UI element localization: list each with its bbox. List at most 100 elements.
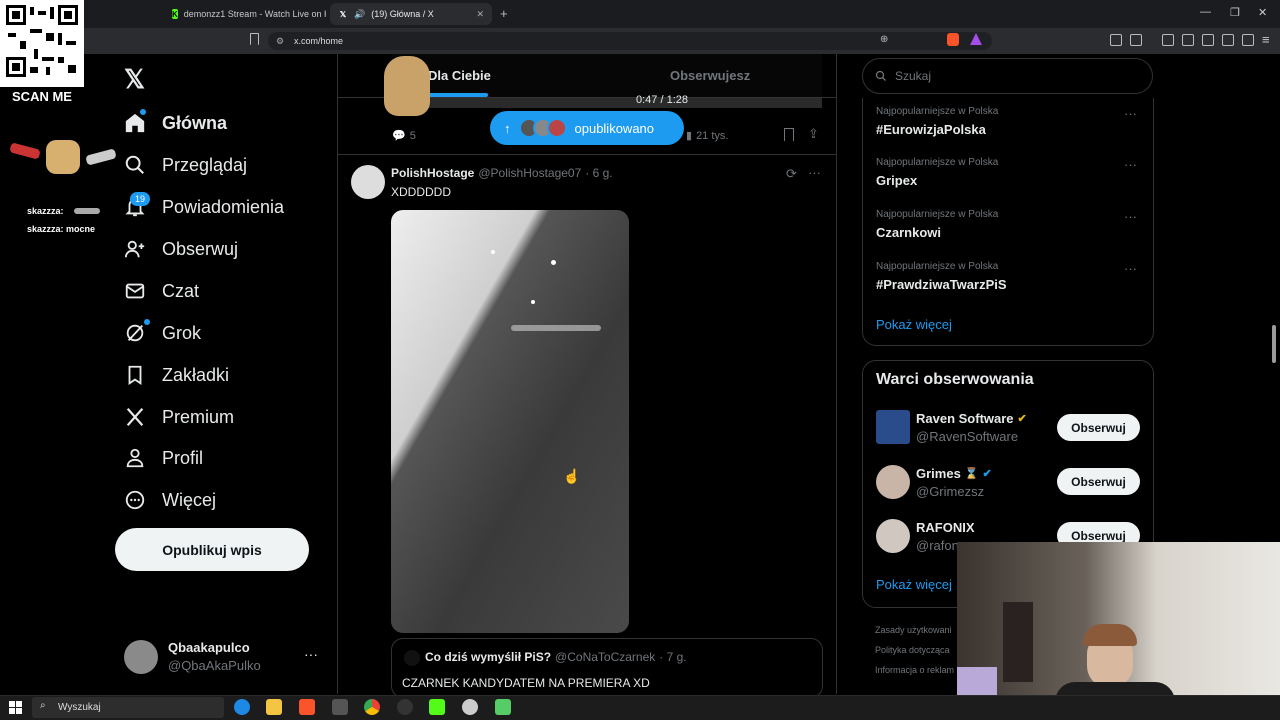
suggestion-handle[interactable]: @Grimezsz — [916, 484, 984, 499]
account-menu-icon[interactable]: ··· — [304, 646, 318, 662]
tab-x-home[interactable]: 𝕏 🔊 (19) Główna / X ✕ — [330, 3, 492, 25]
trend-menu-icon[interactable]: ··· — [1124, 209, 1137, 224]
kick-icon[interactable] — [429, 699, 445, 715]
file-explorer-icon[interactable] — [266, 699, 282, 715]
follow-button[interactable]: Obserwuj — [1057, 414, 1140, 441]
nav-bookmarks[interactable]: Zakładki — [124, 355, 229, 395]
share-icon[interactable]: ⇪ — [808, 126, 819, 142]
trend-item[interactable]: Czarnkowi — [876, 225, 941, 240]
tweet-menu-icon[interactable]: ··· — [808, 165, 821, 180]
close-window-icon[interactable]: ✕ — [1258, 6, 1267, 19]
trend-item[interactable]: #EurowizjaPolska — [876, 122, 986, 137]
x-logo-icon[interactable]: 𝕏 — [124, 64, 145, 95]
tweet-video[interactable] — [391, 210, 629, 633]
app-icon[interactable] — [495, 699, 511, 715]
emote-icon — [74, 208, 101, 214]
post-button[interactable]: Opublikuj wpis — [115, 528, 309, 571]
unread-dot — [140, 109, 146, 115]
tab-for-you[interactable]: Dla Ciebie — [428, 68, 491, 83]
trend-item[interactable]: #PrawdziwaTwarzPiS — [876, 277, 1007, 292]
footer-link[interactable]: Polityka dotycząca — [875, 645, 950, 655]
bookmark-icon[interactable] — [784, 128, 794, 141]
nav-label: Przeglądaj — [162, 154, 248, 175]
menu-icon[interactable]: ≡ — [1262, 32, 1270, 47]
taskbar-search[interactable]: Wyszukaj — [32, 697, 224, 718]
footer-link[interactable]: Zasady użytkowani — [875, 625, 952, 635]
zoom-icon[interactable]: ⊕ — [880, 34, 888, 45]
new-posts-pill[interactable]: ↑ opublikowano — [490, 111, 684, 145]
close-tab-icon[interactable]: ✕ — [476, 9, 484, 20]
tweet-time[interactable]: · 6 g. — [585, 166, 612, 180]
avatar[interactable] — [351, 165, 385, 199]
sidebar-icon[interactable] — [1182, 34, 1194, 46]
scrollbar-thumb[interactable] — [1272, 325, 1276, 363]
trend-menu-icon[interactable]: ··· — [1124, 106, 1137, 121]
trend-menu-icon[interactable]: ··· — [1124, 157, 1137, 172]
media-icon[interactable] — [1162, 34, 1174, 46]
suggestion-handle[interactable]: @rafon — [916, 538, 959, 553]
footer-link[interactable]: Informacja o reklam — [875, 665, 954, 675]
brave-icon[interactable] — [299, 699, 315, 715]
brave-rewards-icon[interactable] — [970, 33, 982, 45]
extensions-icon[interactable] — [1110, 34, 1122, 46]
speaker-icon: 🔊 — [354, 8, 366, 19]
nav-premium[interactable]: Premium — [124, 397, 234, 437]
nav-label: Główna — [162, 112, 228, 133]
app-icon[interactable] — [332, 699, 348, 715]
nav-profile[interactable]: Profil — [124, 438, 203, 478]
avatar[interactable] — [124, 640, 158, 674]
search-input[interactable]: Szukaj — [862, 58, 1153, 94]
show-more-trends-link[interactable]: Pokaż więcej — [876, 317, 952, 332]
avatar[interactable] — [876, 465, 910, 499]
show-more-suggestions-link[interactable]: Pokaż więcej — [876, 577, 952, 592]
url-text[interactable]: x.com/home — [294, 36, 343, 46]
site-settings-icon[interactable]: ⚙ — [276, 36, 284, 47]
tweet-handle[interactable]: @PolishHostage07 — [478, 166, 581, 180]
tab-kick-stream[interactable]: K demonzz1 Stream - Watch Live on K — [164, 3, 326, 25]
reader-icon[interactable] — [1130, 34, 1142, 46]
leo-icon[interactable] — [1222, 34, 1234, 46]
restore-icon[interactable]: ❐ — [1230, 6, 1240, 19]
brave-shields-icon[interactable] — [947, 33, 959, 46]
nav-home[interactable]: Główna — [124, 103, 227, 143]
reply-count: 5 — [409, 129, 416, 142]
edge-icon[interactable] — [234, 699, 250, 715]
trend-item[interactable]: Gripex — [876, 173, 917, 188]
account-name[interactable]: Qbaakapulco — [168, 640, 250, 655]
nav-more[interactable]: Więcej — [124, 480, 216, 520]
views-button[interactable]: ▮ 21 tys. — [686, 129, 728, 143]
tab-following[interactable]: Obserwujesz — [670, 68, 750, 83]
bookmark-icon[interactable] — [250, 33, 259, 45]
chat-user: skazzza: — [27, 224, 64, 234]
obs-icon[interactable] — [397, 699, 413, 715]
nav-explore[interactable]: Przeglądaj — [124, 145, 247, 185]
trend-menu-icon[interactable]: ··· — [1124, 261, 1137, 276]
chrome-icon[interactable] — [364, 699, 380, 715]
app-icon[interactable] — [462, 699, 478, 715]
vpn-icon[interactable] — [1242, 34, 1254, 46]
profile-icon — [126, 448, 144, 468]
suggestion-name-text: Raven Software — [916, 411, 1014, 426]
grok-explain-icon[interactable]: ⟳ — [786, 166, 797, 182]
avatar[interactable] — [876, 519, 910, 553]
nav-chat[interactable]: Czat — [124, 271, 199, 311]
home-icon — [125, 113, 145, 133]
suggestion-name[interactable]: RAFONIX — [916, 520, 975, 535]
wallet-icon[interactable] — [1202, 34, 1214, 46]
tweet-author[interactable]: PolishHostage — [391, 166, 474, 180]
avatar[interactable] — [876, 410, 910, 444]
reply-icon: 💬 — [392, 130, 406, 142]
windows-start-icon[interactable] — [9, 701, 22, 714]
minimize-icon[interactable]: — — [1200, 6, 1211, 18]
new-tab-button[interactable]: + — [500, 6, 508, 21]
suggestion-name[interactable]: Grimes ⌛ ✔ — [916, 466, 992, 481]
suggestion-handle[interactable]: @RavenSoftware — [916, 429, 1018, 444]
account-handle[interactable]: @QbaAkaPulko — [168, 658, 261, 673]
reply-button[interactable]: 💬 5 — [392, 129, 416, 143]
nav-label: Premium — [162, 406, 235, 427]
follow-button[interactable]: Obserwuj — [1057, 468, 1140, 495]
nav-grok[interactable]: Grok — [124, 313, 201, 353]
suggestion-name[interactable]: Raven Software ✔ — [916, 411, 1027, 426]
nav-notifications[interactable]: Powiadomienia — [124, 187, 284, 227]
nav-follow[interactable]: Obserwuj — [124, 229, 238, 269]
